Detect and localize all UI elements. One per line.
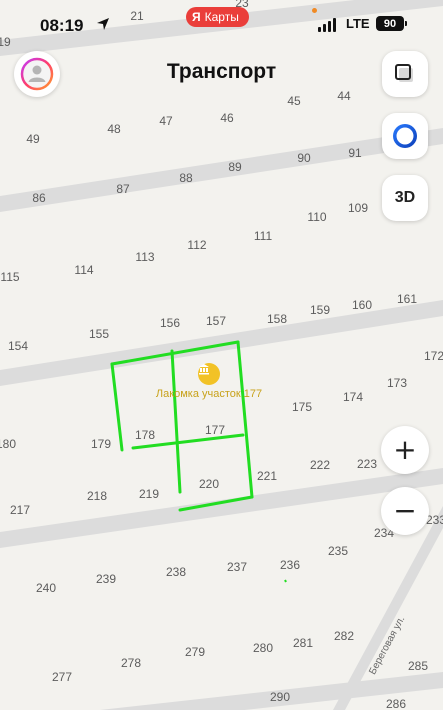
plot-number: 240	[35, 581, 57, 595]
plot-number: 279	[184, 645, 206, 659]
map-canvas[interactable]: 19 21 23 45 44 49 48 47 46 90 91 86 87 88 89 110 109 115 1…	[0, 0, 443, 710]
plot-number: 221	[256, 469, 278, 483]
plot-number: 88	[179, 171, 193, 185]
layers-icon	[395, 64, 413, 82]
plot-number: 238	[165, 565, 187, 579]
plot-number: 49	[26, 132, 40, 146]
plot-number: 235	[327, 544, 349, 558]
yandex-logo-icon: Я	[192, 10, 201, 24]
plot-number: 160	[351, 298, 373, 312]
highlighted-plot-outline	[110, 340, 254, 512]
road	[0, 300, 443, 386]
plot-number: 217	[9, 503, 31, 517]
plot-number: 155	[88, 327, 110, 341]
plot-number: 220	[198, 477, 220, 491]
poi-label[interactable]: Лакомка участок 177	[156, 388, 262, 400]
plot-number: 111	[253, 229, 273, 243]
plot-number: 281	[292, 636, 314, 650]
page-title: Транспорт	[166, 60, 277, 83]
plot-number: 112	[187, 238, 207, 252]
plot-boundary	[236, 340, 254, 499]
plot-number: 177	[204, 423, 226, 437]
battery-icon: 90	[376, 16, 404, 31]
map-roads-layer	[0, 0, 443, 710]
plot-number: 113	[135, 250, 155, 264]
plot-number: 115	[0, 270, 20, 284]
plot-number: 159	[309, 303, 331, 317]
road	[0, 128, 443, 212]
plot-boundary	[110, 362, 124, 452]
plot-number: 223	[356, 457, 378, 471]
plot-number: 109	[347, 201, 369, 215]
plot-number: 175	[291, 400, 313, 414]
plot-number: 178	[134, 428, 156, 442]
plot-number: 47	[159, 114, 173, 128]
plot-number: 156	[159, 316, 181, 330]
plot-number: 277	[51, 670, 73, 684]
plot-number: 222	[309, 458, 331, 472]
network-type: LTE	[346, 16, 370, 31]
plus-icon: +	[393, 433, 417, 466]
zoom-in-button[interactable]: +	[381, 426, 429, 474]
plot-number: 87	[116, 182, 130, 196]
plot-number: 236	[279, 558, 301, 572]
alice-button[interactable]	[382, 113, 428, 159]
plot-boundary	[170, 349, 182, 494]
plot-number: 180	[0, 437, 17, 451]
plot-number: 114	[74, 263, 94, 277]
plot-number: 219	[138, 487, 160, 501]
plot-number: 158	[266, 312, 288, 326]
plot-number: 278	[120, 656, 142, 670]
green-mark	[284, 579, 287, 583]
plot-number: 89	[228, 160, 242, 174]
plot-number: 218	[86, 489, 108, 503]
plot-number: 91	[348, 146, 362, 160]
museum-icon[interactable]	[198, 363, 220, 385]
plot-number: 110	[307, 210, 327, 224]
plot-number: 239	[95, 572, 117, 586]
plot-number: 157	[205, 314, 227, 328]
app-return-label: Карты	[204, 10, 239, 24]
plot-number: 86	[32, 191, 46, 205]
plot-number: 172	[423, 349, 443, 363]
plot-number: 174	[342, 390, 364, 404]
plot-number: 285	[407, 659, 429, 673]
layers-button[interactable]	[382, 51, 428, 97]
plot-number: 173	[386, 376, 408, 390]
plot-number: 161	[396, 292, 418, 306]
plot-number: 44	[337, 89, 351, 103]
alice-assistant-icon	[393, 124, 417, 148]
status-time: 08:19	[40, 16, 84, 35]
plot-number: 179	[90, 437, 112, 451]
app-return-pill[interactable]: Я Карты	[186, 7, 249, 27]
plot-number: 90	[297, 151, 311, 165]
plot-number: 154	[7, 339, 29, 353]
plot-number: 282	[333, 629, 355, 643]
cell-signal-icon	[318, 18, 336, 32]
plot-number: 46	[220, 111, 234, 125]
plot-number: 48	[107, 122, 121, 136]
minus-icon: −	[393, 494, 417, 527]
plot-number: 286	[385, 697, 407, 710]
location-arrow-icon	[97, 18, 109, 30]
zoom-out-button[interactable]: −	[381, 487, 429, 535]
battery-level: 90	[383, 17, 397, 30]
status-bar: 08:19 Я Карты LTE 90	[0, 0, 443, 44]
plot-number: 290	[269, 690, 291, 704]
plot-number: 45	[287, 94, 301, 108]
privacy-indicator-icon	[312, 8, 317, 13]
view-3d-button[interactable]: 3D	[382, 175, 428, 221]
battery-tip	[405, 21, 407, 26]
plot-number: 280	[252, 641, 274, 655]
plot-number: 237	[226, 560, 248, 574]
